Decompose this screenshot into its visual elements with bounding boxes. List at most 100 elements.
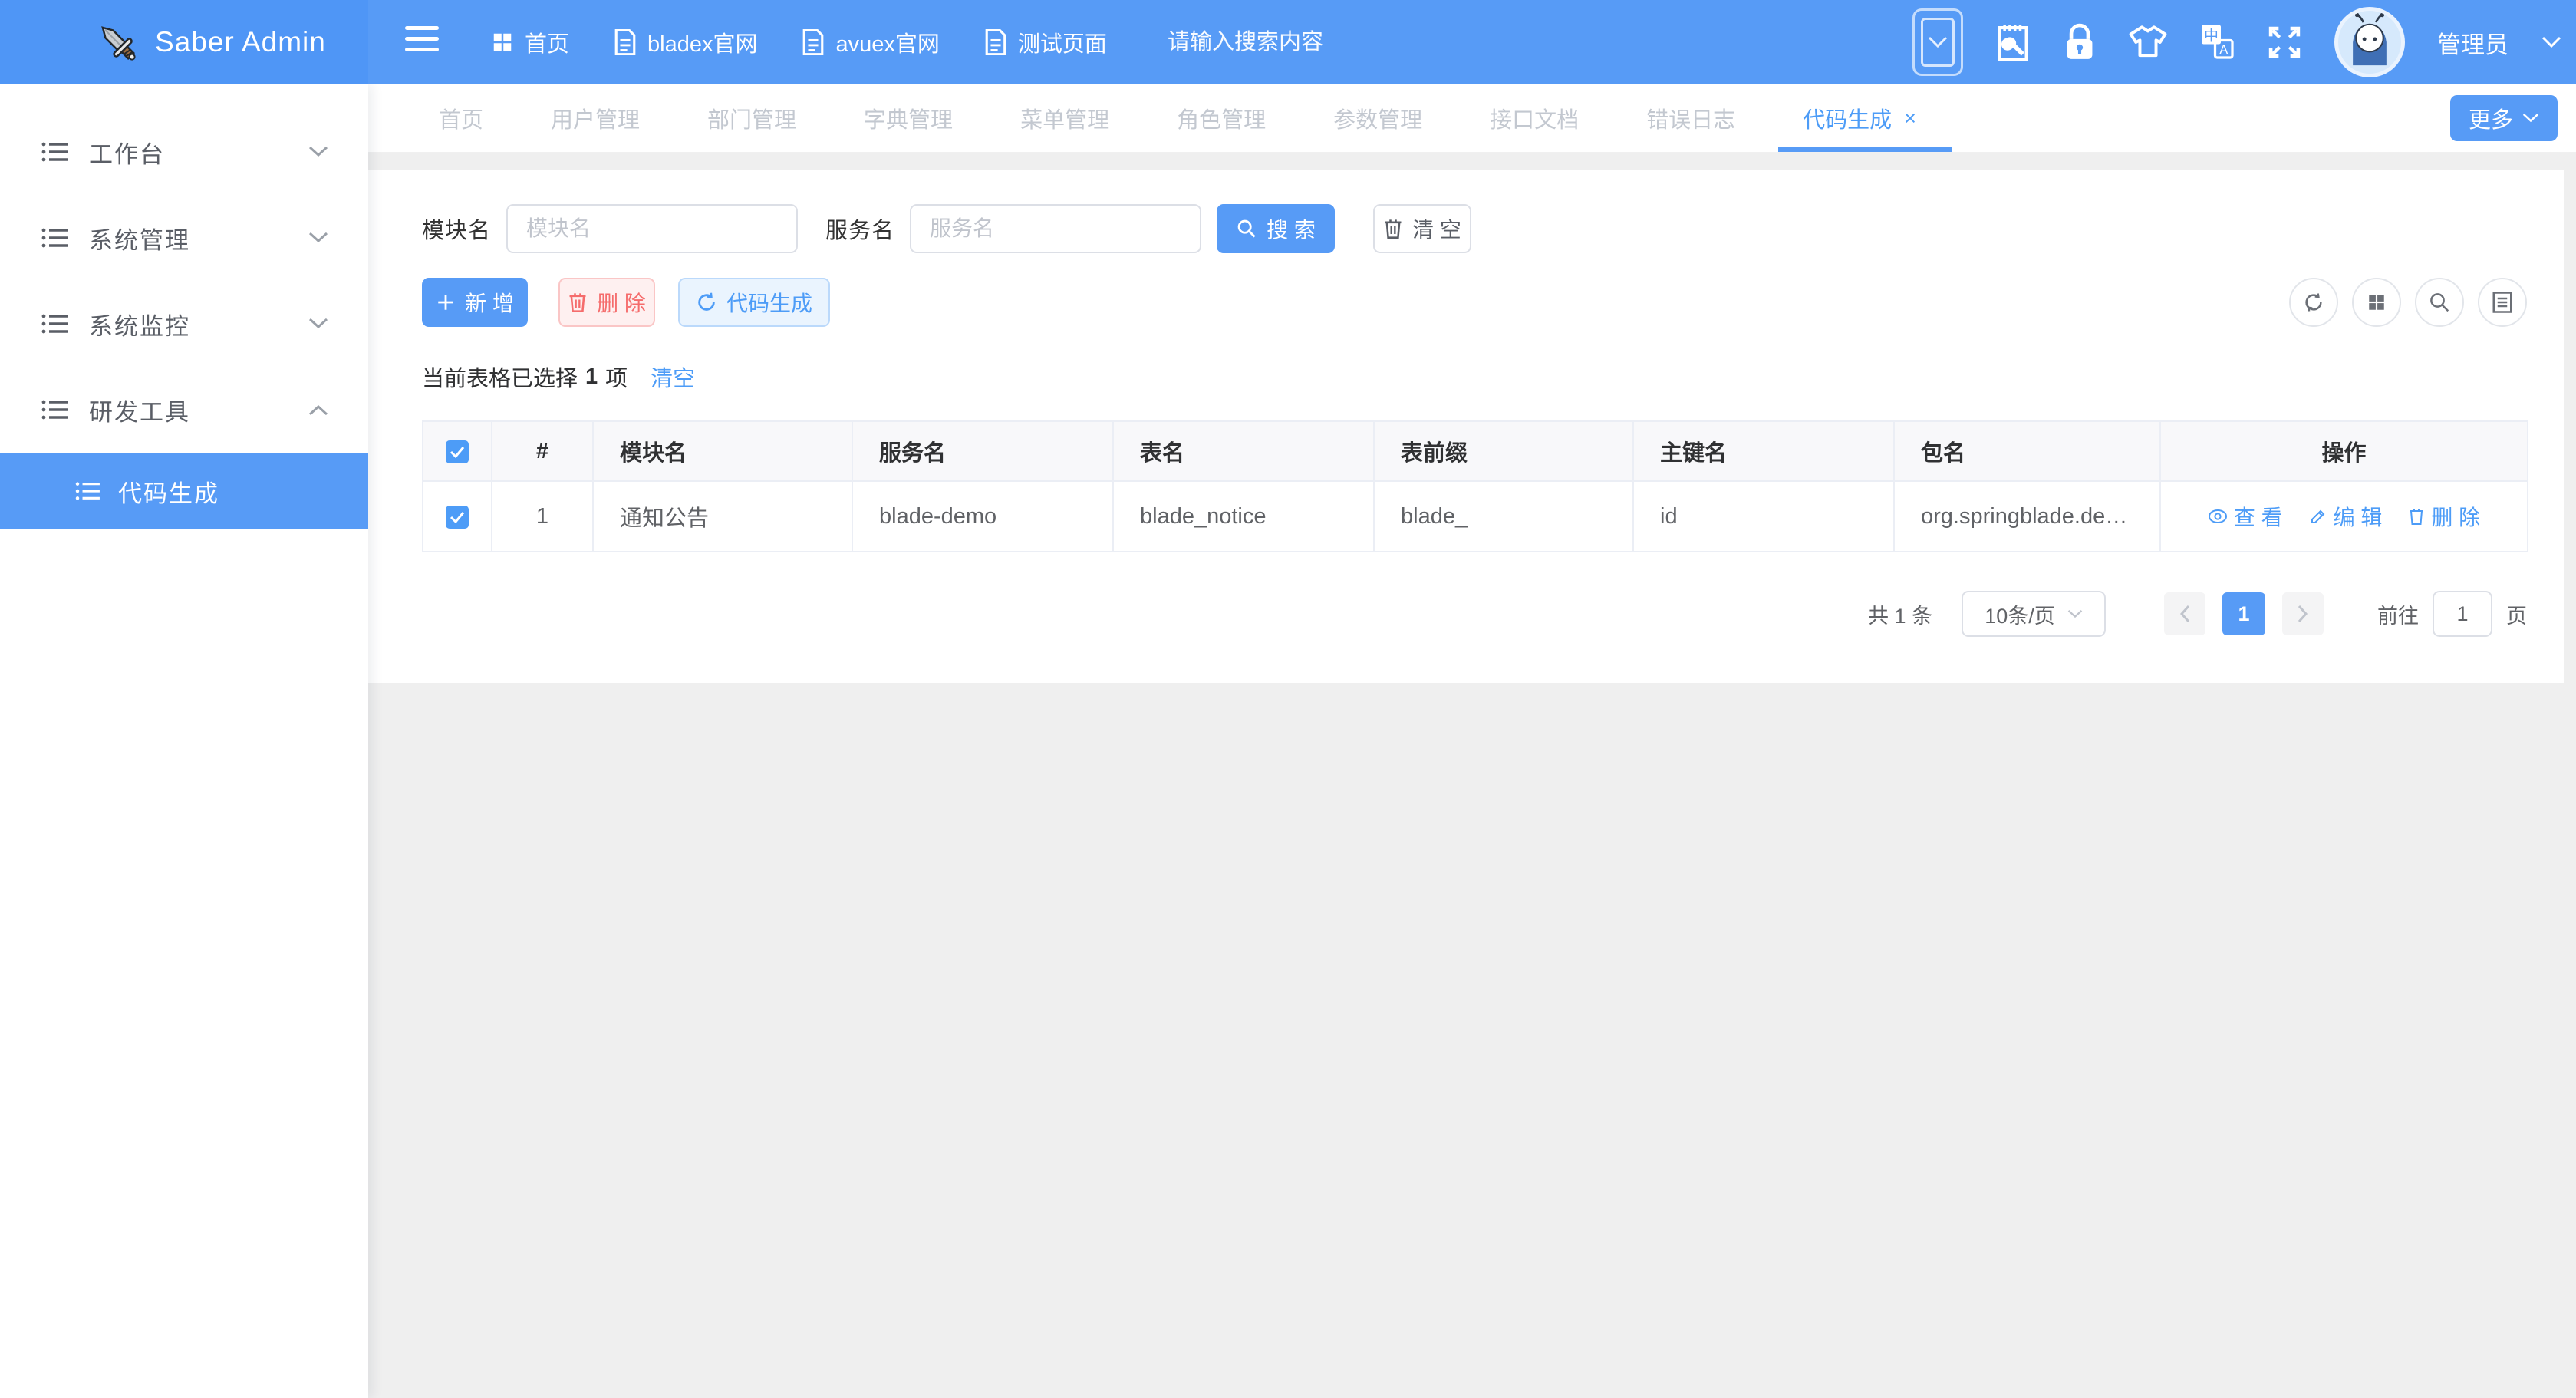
sidebar-item-label: 系统管理: [89, 221, 190, 256]
user-avatar[interactable]: [2334, 7, 2405, 77]
page-size-select[interactable]: 10条/页: [1962, 591, 2106, 637]
module-name-label: 模块名: [422, 213, 491, 245]
document-icon: [802, 29, 825, 55]
sidebar-item-code-generation[interactable]: 代码生成: [0, 453, 368, 529]
user-menu-chevron-icon[interactable]: [2541, 35, 2562, 49]
tab-role-management[interactable]: 角色管理: [1177, 84, 1266, 152]
lock-icon[interactable]: [2063, 22, 2097, 62]
search-label: 搜 索: [1267, 213, 1316, 244]
edit-label: 编 辑: [2334, 501, 2383, 532]
module-name-input[interactable]: [506, 204, 798, 253]
user-name[interactable]: 管理员: [2437, 25, 2508, 60]
list-menu-icon: [41, 226, 69, 249]
col-header-table: 表名: [1113, 421, 1374, 481]
table-menu-icon[interactable]: [2478, 278, 2527, 327]
row-delete-label: 删 除: [2431, 501, 2480, 532]
data-table: # 模块名 服务名 表名 表前缀 主键名 包名 操作: [422, 420, 2528, 552]
table-header-row: # 模块名 服务名 表名 表前缀 主键名 包名 操作: [423, 421, 2528, 481]
service-name-input[interactable]: [910, 204, 1201, 253]
sidebar-item-system-management[interactable]: 系统管理: [0, 195, 368, 281]
goto-page-input[interactable]: [2433, 591, 2492, 637]
refresh-icon[interactable]: [2289, 278, 2338, 327]
app-logo: Saber Admin: [0, 0, 368, 84]
sidebar-item-system-monitor[interactable]: 系统监控: [0, 281, 368, 367]
clear-selection-link[interactable]: 清空: [651, 361, 695, 393]
more-tabs-button[interactable]: 更多: [2450, 95, 2558, 141]
delete-button[interactable]: 删 除: [558, 278, 655, 327]
sidebar-item-dev-tools[interactable]: 研发工具: [0, 367, 368, 453]
add-button[interactable]: 新 增: [422, 278, 528, 327]
page-size-value: 10条/页: [1985, 599, 2055, 629]
delete-link[interactable]: 删 除: [2408, 501, 2480, 532]
prev-page-button[interactable]: [2164, 592, 2205, 635]
fullscreen-icon[interactable]: [2267, 25, 2302, 60]
cell-service: blade-demo: [852, 481, 1113, 552]
filter-form: 模块名 服务名 搜 索 清 空: [422, 170, 2527, 253]
close-tab-icon[interactable]: ×: [1904, 107, 1916, 130]
nav-tag-bladex[interactable]: bladex官网: [614, 26, 757, 58]
goto-label: 前往: [2377, 599, 2419, 629]
cell-index: 1: [492, 481, 593, 552]
language-translate-icon[interactable]: 中 A: [2199, 23, 2235, 61]
sidebar-item-label: 系统监控: [89, 307, 190, 341]
code-generate-button[interactable]: 代码生成: [678, 278, 830, 327]
tab-department-management[interactable]: 部门管理: [707, 84, 796, 152]
tab-api-docs[interactable]: 接口文档: [1490, 84, 1579, 152]
search-button[interactable]: 搜 索: [1217, 204, 1335, 253]
cell-table-prefix: blade_: [1374, 481, 1633, 552]
app-root: Saber Admin 首页 bladex官网 a: [0, 0, 2576, 1398]
header-search-input[interactable]: [1168, 30, 1413, 55]
sidebar-item-label: 工作台: [89, 135, 165, 170]
theme-shirt-icon[interactable]: [2129, 25, 2167, 60]
next-page-button[interactable]: [2282, 592, 2324, 635]
list-menu-icon: [41, 140, 69, 163]
selection-count: 1: [585, 364, 598, 390]
tab-home[interactable]: 首页: [439, 84, 483, 152]
nav-tag-home[interactable]: 首页: [491, 26, 569, 58]
header-nav-tags: 首页 bladex官网 avuex官网 测试页面: [491, 0, 1107, 84]
list-menu-icon: [41, 398, 69, 421]
col-header-index: #: [492, 421, 593, 481]
nav-tag-label: 测试页面: [1018, 26, 1107, 58]
tab-dict-management[interactable]: 字典管理: [864, 84, 953, 152]
row-checkbox[interactable]: [446, 506, 469, 529]
debug-tool-icon[interactable]: [1995, 22, 2031, 62]
tab-menu-management[interactable]: 菜单管理: [1020, 84, 1109, 152]
nav-tag-test-page[interactable]: 测试页面: [984, 26, 1107, 58]
chevron-down-icon: [308, 232, 328, 244]
sidebar: 工作台 系统管理 系统监控: [0, 84, 368, 1398]
app-title: Saber Admin: [155, 26, 326, 58]
codegen-label: 代码生成: [726, 287, 812, 318]
svg-text:A: A: [2219, 43, 2228, 57]
clear-filters-button[interactable]: 清 空: [1373, 204, 1471, 253]
view-link[interactable]: 查 看: [2208, 501, 2283, 532]
nav-tag-label: bladex官网: [647, 26, 757, 58]
column-settings-icon[interactable]: [2352, 278, 2401, 327]
select-all-checkbox[interactable]: [446, 440, 469, 463]
nav-tag-avuex[interactable]: avuex官网: [802, 26, 939, 58]
sword-logo-icon: [95, 20, 140, 64]
pagination: 共 1 条 10条/页 1 前往 页: [422, 591, 2527, 637]
clear-label: 清 空: [1412, 213, 1461, 244]
collapse-panel-icon[interactable]: [1912, 8, 1963, 76]
tab-user-management[interactable]: 用户管理: [551, 84, 640, 152]
grid-toolbar: [2289, 278, 2527, 327]
main-area: 首页 用户管理 部门管理 字典管理 菜单管理 角色管理 参数管理 接口文档 错误…: [368, 84, 2576, 1398]
edit-link[interactable]: 编 辑: [2309, 501, 2383, 532]
sidebar-item-workbench[interactable]: 工作台: [0, 109, 368, 195]
col-header-service: 服务名: [852, 421, 1113, 481]
header-actions: 中 A: [1912, 0, 2562, 84]
search-toggle-icon[interactable]: [2415, 278, 2464, 327]
col-header-prefix: 表前缀: [1374, 421, 1633, 481]
top-header: Saber Admin 首页 bladex官网 a: [0, 0, 2576, 84]
total-count: 共 1 条: [1868, 599, 1932, 629]
page-number-1[interactable]: 1: [2222, 592, 2265, 635]
tab-error-log[interactable]: 错误日志: [1646, 84, 1735, 152]
tab-code-generation[interactable]: 代码生成 ×: [1803, 84, 1916, 152]
cell-table-name: blade_notice: [1113, 481, 1374, 552]
sidebar-item-label: 研发工具: [89, 393, 190, 427]
document-icon: [614, 29, 637, 55]
hamburger-menu-icon[interactable]: [405, 26, 439, 58]
col-header-module: 模块名: [593, 421, 852, 481]
tab-param-management[interactable]: 参数管理: [1333, 84, 1422, 152]
